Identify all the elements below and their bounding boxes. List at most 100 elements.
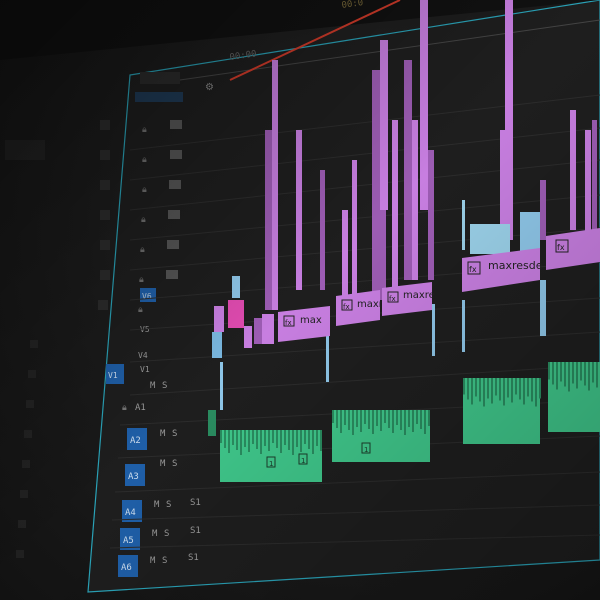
- audio-waveform-bar[interactable]: [352, 410, 354, 435]
- audio-waveform-bar[interactable]: [499, 378, 501, 401]
- mute-button-a4[interactable]: M: [154, 500, 160, 510]
- video-clip-stack[interactable]: [500, 130, 505, 230]
- mute-button-a6[interactable]: M: [150, 556, 156, 566]
- audio-waveform-bar[interactable]: [392, 410, 394, 433]
- audio-waveform-bar[interactable]: [396, 410, 398, 425]
- audio-waveform-bar[interactable]: [372, 410, 374, 434]
- audio-waveform-bar[interactable]: [220, 430, 222, 443]
- video-clip[interactable]: [232, 276, 240, 298]
- audio-waveform-bar[interactable]: [519, 378, 521, 400]
- audio-waveform-bar[interactable]: [491, 378, 493, 404]
- video-clip-stack[interactable]: [272, 60, 278, 310]
- audio-waveform-bar[interactable]: [364, 410, 366, 424]
- audio-waveform-bar[interactable]: [467, 378, 469, 400]
- audio-waveform-bar[interactable]: [248, 430, 250, 452]
- video-clip[interactable]: [220, 362, 223, 410]
- audio-waveform-bar[interactable]: [412, 410, 414, 432]
- video-clip-stack[interactable]: [540, 180, 546, 240]
- audio-clip[interactable]: [208, 410, 216, 436]
- audio-waveform-bar[interactable]: [580, 362, 582, 381]
- audio-waveform-bar[interactable]: [340, 410, 342, 433]
- audio-waveform-bar[interactable]: [479, 378, 481, 402]
- video-clip[interactable]: [432, 304, 435, 356]
- video-clip[interactable]: [520, 212, 540, 252]
- audio-waveform-bar[interactable]: [400, 410, 402, 430]
- audio-waveform-bar[interactable]: [388, 410, 390, 428]
- audio-waveform-bar[interactable]: [376, 410, 378, 426]
- video-clip[interactable]: [462, 300, 465, 352]
- audio-waveform-bar[interactable]: [256, 430, 258, 449]
- video-clip-stack[interactable]: [265, 130, 273, 310]
- video-clip[interactable]: [214, 306, 224, 332]
- audio-waveform-bar[interactable]: [244, 430, 246, 447]
- audio-waveform-bar[interactable]: [272, 430, 274, 443]
- lock-icon[interactable]: 🔒︎: [122, 403, 127, 413]
- audio-waveform-bar[interactable]: [576, 362, 578, 389]
- audio-waveform-bar[interactable]: [260, 430, 262, 454]
- video-clip-stack[interactable]: [352, 160, 357, 300]
- audio-waveform-bar[interactable]: [568, 362, 570, 392]
- video-clip[interactable]: [470, 224, 510, 254]
- solo-button-a2[interactable]: S: [172, 429, 177, 439]
- audio-waveform-bar[interactable]: [336, 410, 338, 428]
- solo-button-a6[interactable]: S: [162, 556, 167, 566]
- audio-waveform-bar[interactable]: [572, 362, 574, 384]
- video-clip-stack[interactable]: [380, 40, 388, 210]
- audio-waveform-bar[interactable]: [276, 430, 278, 448]
- clip-max[interactable]: fx max: [278, 306, 330, 342]
- audio-waveform-bar[interactable]: [420, 410, 422, 429]
- audio-waveform-bar[interactable]: [584, 362, 586, 386]
- audio-waveform-bar[interactable]: [503, 378, 505, 406]
- audio-waveform-bar[interactable]: [252, 430, 254, 444]
- mute-button-a2[interactable]: M: [160, 429, 166, 439]
- video-clip[interactable]: [212, 332, 222, 358]
- audio-waveform-bar[interactable]: [424, 410, 426, 434]
- audio-waveform-bar[interactable]: [495, 378, 497, 396]
- lock-icon[interactable]: 🔒︎: [138, 305, 143, 315]
- audio-waveform-bar[interactable]: [539, 378, 541, 399]
- audio-waveform-bar[interactable]: [288, 430, 290, 450]
- video-clip[interactable]: [462, 200, 465, 250]
- audio-waveform-bar[interactable]: [404, 410, 406, 435]
- solo-button-a1[interactable]: S: [162, 381, 167, 391]
- lock-icon[interactable]: 🔒︎: [139, 275, 144, 285]
- lock-icon[interactable]: 🔒︎: [142, 155, 147, 165]
- video-clip-stack[interactable]: [570, 110, 576, 230]
- audio-waveform-bar[interactable]: [416, 410, 418, 424]
- audio-waveform-bar[interactable]: [356, 410, 358, 427]
- audio-waveform-bar[interactable]: [564, 362, 566, 387]
- audio-waveform-bar[interactable]: [348, 410, 350, 430]
- lock-icon[interactable]: 🔒︎: [140, 245, 145, 255]
- video-clip-stack[interactable]: [585, 130, 591, 240]
- audio-waveform-bar[interactable]: [475, 378, 477, 397]
- audio-waveform-bar[interactable]: [264, 430, 266, 446]
- mute-button-a5[interactable]: M: [152, 529, 158, 539]
- video-clip-stack[interactable]: [412, 120, 418, 280]
- audio-waveform-bar[interactable]: [592, 362, 594, 383]
- mute-button-a3[interactable]: M: [160, 459, 166, 469]
- audio-waveform-bar[interactable]: [320, 430, 322, 451]
- solo-button-a5[interactable]: S: [164, 529, 169, 539]
- lock-icon[interactable]: 🔒︎: [142, 185, 147, 195]
- video-clip-stack[interactable]: [320, 170, 325, 290]
- video-clip-stack[interactable]: [404, 60, 412, 280]
- audio-waveform-bar[interactable]: [300, 430, 302, 452]
- audio-waveform-bar[interactable]: [280, 430, 282, 453]
- audio-waveform-bar[interactable]: [507, 378, 509, 398]
- audio-waveform-bar[interactable]: [408, 410, 410, 427]
- video-clip[interactable]: [540, 280, 546, 336]
- video-clip-stack[interactable]: [296, 130, 302, 290]
- audio-waveform-bar[interactable]: [552, 362, 554, 385]
- audio-waveform-bar[interactable]: [368, 410, 370, 429]
- video-clip-stack[interactable]: [505, 0, 513, 240]
- audio-waveform-bar[interactable]: [428, 410, 430, 426]
- video-clip-stack[interactable]: [428, 150, 434, 280]
- audio-waveform-bar[interactable]: [380, 410, 382, 431]
- audio-waveform-bar[interactable]: [515, 378, 517, 395]
- audio-waveform-bar[interactable]: [232, 430, 234, 445]
- video-clip[interactable]: [244, 326, 252, 348]
- audio-waveform-bar[interactable]: [535, 378, 537, 407]
- audio-waveform-bar[interactable]: [360, 410, 362, 432]
- audio-waveform-bar[interactable]: [596, 362, 598, 388]
- audio-waveform-bar[interactable]: [292, 430, 294, 455]
